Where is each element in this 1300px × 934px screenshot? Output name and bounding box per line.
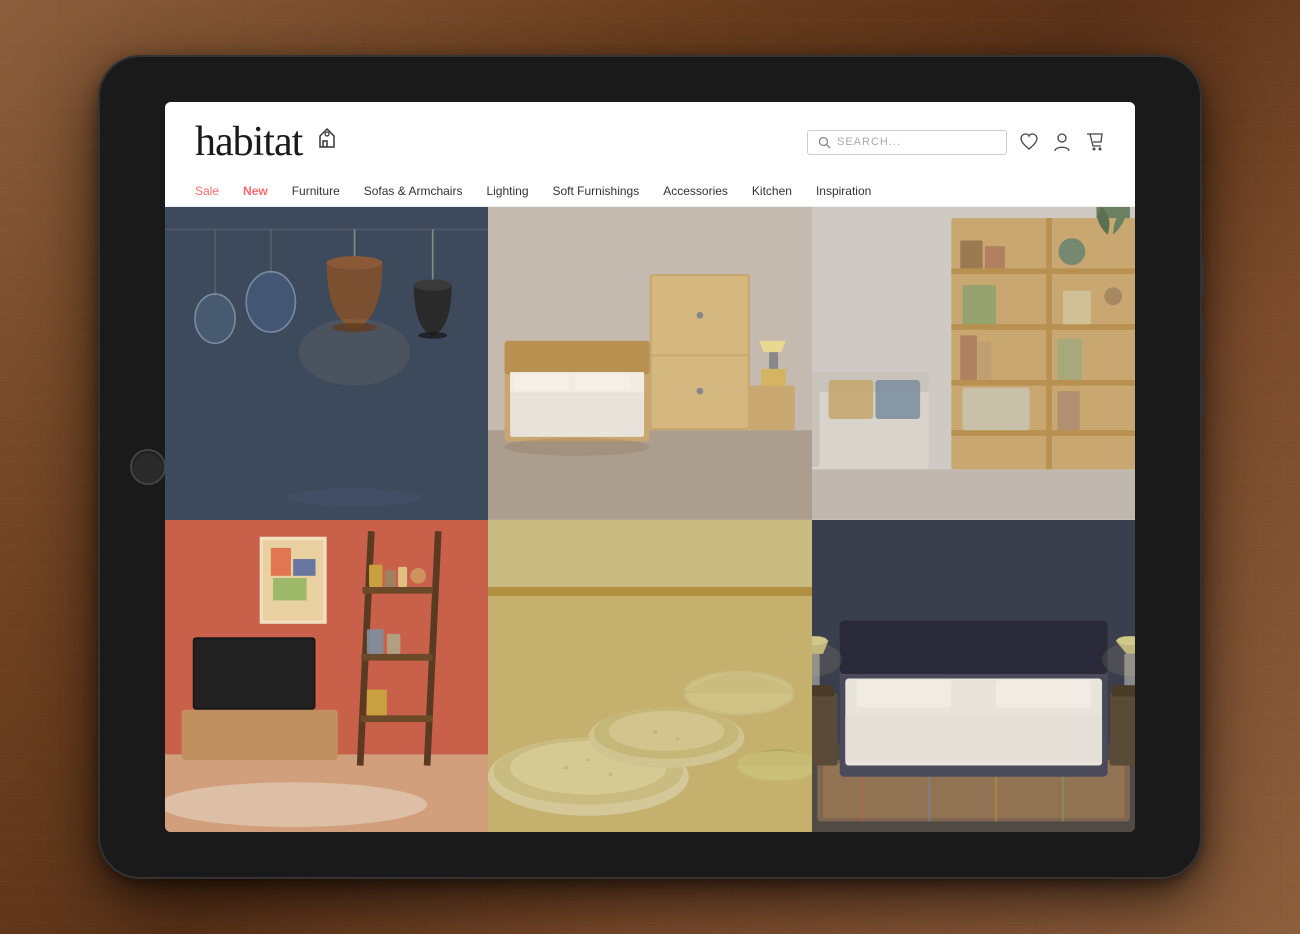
dark-bedroom-image	[812, 520, 1135, 833]
nav-lighting[interactable]: Lighting	[486, 184, 528, 198]
ipad-screen: habitat SEARCH...	[165, 102, 1135, 832]
volume-up-button[interactable]	[1200, 317, 1204, 357]
product-card-4[interactable]	[165, 520, 488, 833]
product-grid	[165, 207, 1135, 832]
nav-furniture[interactable]: Furniture	[292, 184, 340, 198]
search-placeholder-text: SEARCH...	[837, 136, 901, 148]
ceramics-image	[488, 520, 811, 833]
volume-down-button[interactable]	[1200, 377, 1204, 417]
nav-inspiration[interactable]: Inspiration	[816, 184, 871, 198]
nav-new[interactable]: New	[243, 184, 268, 198]
living-room-image	[165, 520, 488, 833]
header-icons	[1019, 132, 1105, 152]
product-card-1[interactable]	[165, 207, 488, 520]
wishlist-icon[interactable]	[1019, 133, 1039, 151]
home-button[interactable]	[130, 449, 166, 485]
nav-kitchen[interactable]: Kitchen	[752, 184, 792, 198]
shelving-image	[812, 207, 1135, 520]
nav-accessories[interactable]: Accessories	[663, 184, 728, 198]
nav-sale[interactable]: Sale	[195, 184, 219, 198]
search-box[interactable]: SEARCH...	[807, 130, 1007, 155]
power-button[interactable]	[1200, 257, 1204, 297]
account-icon[interactable]	[1053, 132, 1071, 152]
pendant-lights-image	[165, 207, 488, 520]
product-card-6[interactable]	[812, 520, 1135, 833]
search-icon	[818, 136, 831, 149]
header-right: SEARCH...	[807, 130, 1105, 155]
main-nav: Sale New Furniture Sofas & Armchairs Lig…	[165, 176, 1135, 207]
bedroom-image	[488, 207, 811, 520]
nav-soft-furnishings[interactable]: Soft Furnishings	[553, 184, 640, 198]
product-card-3[interactable]	[812, 207, 1135, 520]
nav-sofas[interactable]: Sofas & Armchairs	[364, 184, 463, 198]
product-card-2[interactable]	[488, 207, 811, 520]
cart-icon[interactable]	[1085, 132, 1105, 152]
website-content: habitat SEARCH...	[165, 102, 1135, 832]
logo-area: habitat	[195, 118, 807, 166]
logo-icon	[314, 125, 340, 151]
product-card-5[interactable]	[488, 520, 811, 833]
site-logo[interactable]: habitat	[195, 118, 302, 166]
ipad-frame: habitat SEARCH...	[100, 57, 1200, 877]
site-header: habitat SEARCH...	[165, 102, 1135, 176]
